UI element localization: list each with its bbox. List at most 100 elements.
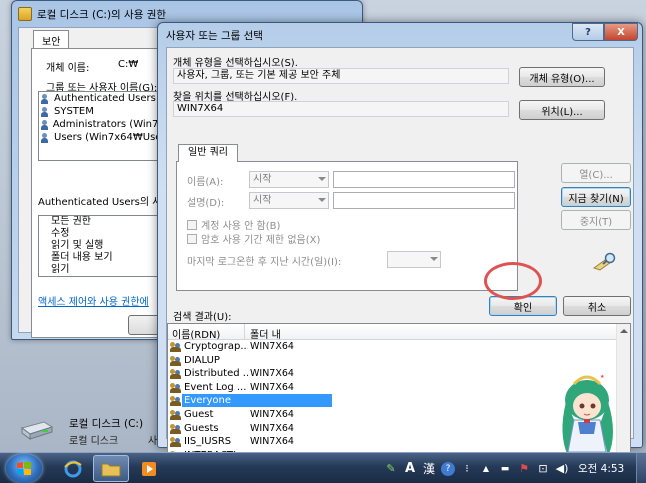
ime-hanja-icon[interactable]: 漢 <box>422 462 436 476</box>
column-divider[interactable] <box>244 324 245 340</box>
name-match-value: 시작 <box>253 174 272 185</box>
checkbox-label: 암호 사용 기간 제한 없음(X) <box>201 235 321 246</box>
user-group-icon <box>41 93 51 104</box>
ime-help-icon[interactable]: ? <box>441 461 455 476</box>
description-input[interactable] <box>333 192 515 209</box>
results-header: 이름(RDN) 폴더 내 <box>168 324 630 341</box>
annotation-highlight-circle <box>484 262 542 300</box>
taskbar-media-player[interactable] <box>131 455 167 482</box>
name-match-select[interactable]: 시작 <box>249 171 329 188</box>
location-field: WIN7X64 <box>173 101 509 117</box>
result-name: Cryptograp... <box>184 341 248 352</box>
system-tray: ✎ A 漢 ? ⁝ ▲ ▬ ⚑ ⊡ ◀) <box>384 453 569 483</box>
result-folder: WIN7X64 <box>250 408 294 420</box>
last-logon-select[interactable] <box>387 251 441 268</box>
user-group-icon <box>170 355 182 366</box>
common-queries-panel: 이름(A): 시작 설명(D): 시작 계정 사용 안 함(B) 암호 사용 기… <box>176 161 518 291</box>
result-name: Guest <box>184 408 214 420</box>
list-item-label: Users (Win7x64₩User <box>54 132 166 143</box>
result-name: DIALUP <box>184 354 220 366</box>
drive-type: 로컬 디스크 <box>69 436 119 447</box>
user-group-icon <box>170 437 182 448</box>
user-group-icon <box>170 369 182 380</box>
column-header-folder[interactable]: 폴더 내 <box>250 326 281 341</box>
scroll-up-icon[interactable] <box>620 329 628 333</box>
disabled-accounts-checkbox[interactable]: 계정 사용 안 함(B) <box>187 217 280 232</box>
result-name: IIS_IUSRS <box>184 436 232 448</box>
hard-drive-icon <box>20 421 54 440</box>
taskbar-explorer[interactable] <box>93 455 129 482</box>
action-center-icon[interactable]: ⚑ <box>517 462 531 476</box>
folder-icon <box>18 7 32 21</box>
user-group-icon <box>41 132 51 143</box>
drive-extra: 사 <box>148 436 158 447</box>
keyboard-icon[interactable]: ▬ <box>498 462 512 476</box>
ok-button[interactable]: 확인 <box>489 296 557 316</box>
windows-logo-icon <box>17 462 31 475</box>
show-desktop-button[interactable] <box>636 453 646 483</box>
ime-mode-icon[interactable]: ✎ <box>384 462 398 476</box>
columns-button[interactable]: 열(C)... <box>561 163 631 183</box>
column-header-name[interactable]: 이름(RDN) <box>172 326 220 341</box>
description-match-value: 시작 <box>253 195 272 206</box>
tab-security[interactable]: 보안 <box>33 30 70 50</box>
user-group-icon <box>41 106 51 117</box>
close-icon: X <box>617 26 625 38</box>
dialog-title: 사용자 또는 그룹 선택 <box>166 30 263 42</box>
chevron-down-icon <box>318 177 326 181</box>
user-group-icon <box>41 119 50 130</box>
object-name-label: 개체 이름: <box>46 63 90 74</box>
locations-button[interactable]: 위치(L)... <box>519 100 605 120</box>
name-label: 이름(A): <box>187 177 224 188</box>
explorer-details-pane: 로컬 디스크 (C:) 로컬 디스크 사 <box>0 402 170 448</box>
no-expire-checkbox[interactable]: 암호 사용 기간 제한 없음(X) <box>187 231 320 246</box>
stop-button[interactable]: 중지(T) <box>561 210 631 230</box>
description-label: 설명(D): <box>187 198 225 209</box>
results-scrollbar[interactable] <box>616 324 630 466</box>
find-now-button[interactable]: 지금 찾기(N) <box>561 187 631 207</box>
result-name: Event Log ... <box>184 381 247 393</box>
chevron-down-icon <box>318 198 326 202</box>
tab-common-queries[interactable]: 일반 쿼리 <box>178 144 238 162</box>
permissions-help-link[interactable]: 액세스 제어와 사용 권한에 <box>38 293 149 308</box>
object-types-button[interactable]: 개체 유형(O)... <box>519 67 605 87</box>
description-match-select[interactable]: 시작 <box>249 192 329 209</box>
help-button[interactable]: ? <box>572 23 604 41</box>
close-button[interactable]: X <box>604 23 638 41</box>
drive-name: 로컬 디스크 (C:) <box>69 418 144 430</box>
result-name: Guests <box>184 422 219 434</box>
object-name-value: C:₩ <box>118 59 139 70</box>
result-folder: WIN7X64 <box>250 368 294 380</box>
chevron-down-icon <box>430 257 438 261</box>
result-folder: WIN7X64 <box>250 341 294 352</box>
network-icon[interactable]: ⊡ <box>536 462 550 476</box>
internet-explorer-icon <box>64 460 82 477</box>
ime-options-icon[interactable]: ⁝ <box>460 462 474 476</box>
start-button[interactable] <box>6 454 42 483</box>
media-player-icon <box>142 461 156 476</box>
user-group-icon <box>170 423 182 434</box>
permissions-title: 로컬 디스크 (C:)의 사용 권한 <box>37 9 167 21</box>
tray-expand-icon[interactable]: ▲ <box>479 462 493 476</box>
search-icon <box>592 252 616 271</box>
list-item-label: SYSTEM <box>54 106 94 117</box>
result-folder: WIN7X64 <box>250 381 294 393</box>
clock[interactable]: 오전 4:53 <box>578 461 624 476</box>
perms-label: Authenticated Users의 사용 <box>38 197 171 208</box>
checkbox-label: 계정 사용 안 함(B) <box>201 221 281 232</box>
ime-english-icon[interactable]: A <box>403 461 417 476</box>
table-row[interactable]: Cryptograp... WIN7X64 <box>168 340 630 354</box>
search-results-list[interactable]: 이름(RDN) 폴더 내 Cryptograp... WIN7X64 DIALUP D… <box>167 323 631 467</box>
result-name: Everyone <box>182 394 332 408</box>
checkbox-box <box>187 233 197 244</box>
result-folder: WIN7X64 <box>250 436 294 448</box>
taskbar: ✎ A 漢 ? ⁝ ▲ ▬ ⚑ ⊡ ◀) 오전 4:53 <box>0 452 646 483</box>
folder-icon <box>101 463 121 476</box>
taskbar-ie[interactable] <box>55 455 91 482</box>
cancel-button[interactable]: 취소 <box>563 296 631 316</box>
dialog-client: 개체 유형을 선택하십시오(S). 사용자, 그룹, 또는 기본 제공 보안 주… <box>166 47 634 467</box>
name-input[interactable] <box>333 171 515 188</box>
results-label: 검색 결과(U): <box>173 312 232 323</box>
user-group-icon <box>170 396 182 407</box>
volume-icon[interactable]: ◀) <box>555 462 569 476</box>
